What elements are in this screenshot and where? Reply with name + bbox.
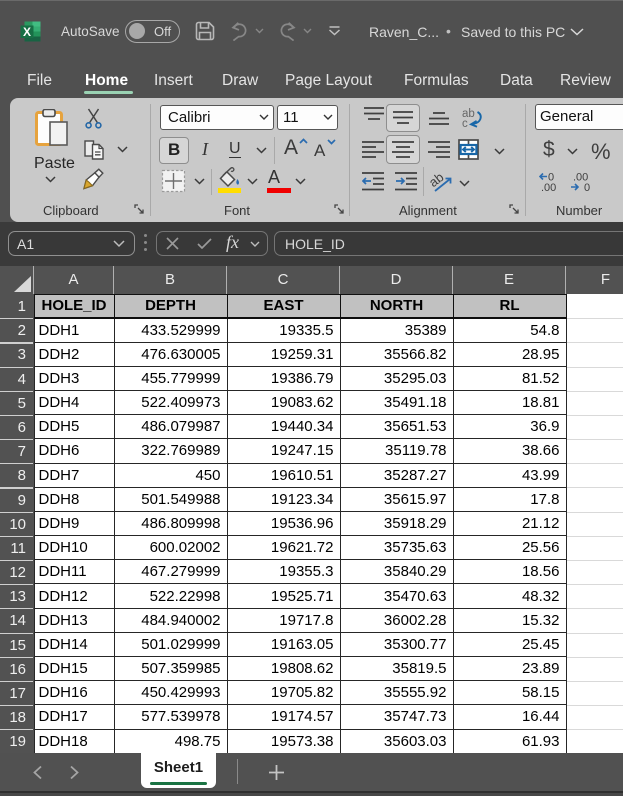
- svg-text:.00: .00: [541, 182, 556, 192]
- svg-text:ab: ab: [430, 169, 447, 190]
- svg-text:0: 0: [584, 182, 590, 192]
- svg-text:c: c: [462, 118, 468, 129]
- svg-text:X: X: [22, 24, 30, 38]
